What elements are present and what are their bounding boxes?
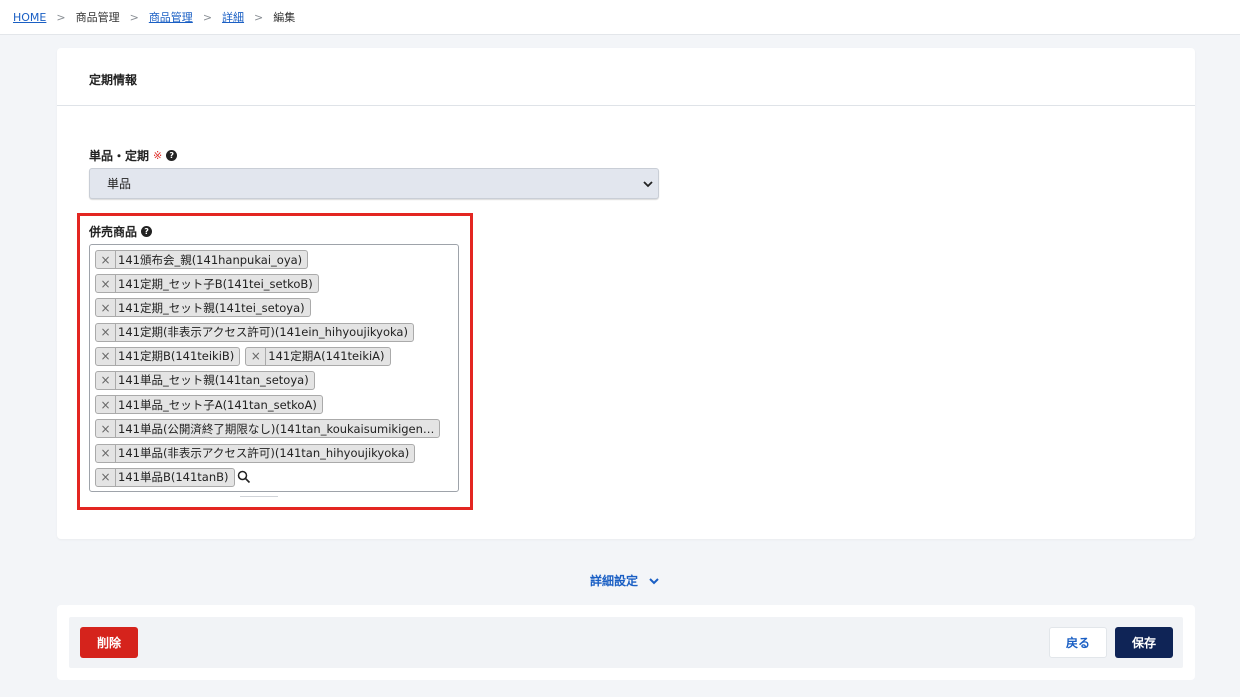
detail-settings-toggle[interactable]: 詳細設定 xyxy=(590,572,660,589)
question-circle-icon[interactable]: ? xyxy=(166,150,178,161)
selected-product-tag: × 141頒布会_親(141hanpukai_oya) xyxy=(95,250,309,269)
breadcrumb-separator: > xyxy=(56,10,66,24)
tag-row: × 141定期(非表示アクセス許可)(141ein_hihyoujikyoka) xyxy=(95,322,458,343)
resize-handle[interactable] xyxy=(240,496,278,497)
remove-tag-icon[interactable]: × xyxy=(246,347,267,365)
selected-product-tag: × 141定期(非表示アクセス許可)(141ein_hihyoujikyoka) xyxy=(95,322,414,342)
save-button[interactable]: 保存 xyxy=(1115,627,1173,658)
remove-tag-icon[interactable]: × xyxy=(96,371,116,389)
tag-row: × 141頒布会_親(141hanpukai_oya) xyxy=(95,249,458,270)
selected-product-tag: × 141単品(公開済終了期限なし)(141tan_koukaisumikigen… xyxy=(95,419,441,439)
search-icon[interactable] xyxy=(237,470,251,484)
subscription-info-card: 定期情報 単品・定期 ※ ? 単品 併売商品 ? × 141頒布会_親(141ha… xyxy=(57,48,1195,539)
detail-settings-label: 詳細設定 xyxy=(590,574,639,588)
tag-row: × 141単品_セット親(141tan_setoya) xyxy=(95,370,458,391)
related-label-text: 併売商品 xyxy=(89,225,138,239)
tag-row: × 141単品(公開済終了期限なし)(141tan_koukaisumikigen… xyxy=(95,418,458,439)
tag-row: × 141単品_セット子A(141tan_setkoA) xyxy=(95,394,458,415)
tag-row: × 141定期B(141teikiB) × 141定期A(141teikiA) xyxy=(95,346,458,367)
breadcrumb: HOME > 商品管理 > 商品管理 > 詳細 > 編集 xyxy=(0,0,1240,35)
section-title: 定期情報 xyxy=(57,48,1195,106)
action-bar: 削除 戻る 保存 xyxy=(69,617,1183,668)
type-field-label: 単品・定期 ※ ? xyxy=(89,147,178,164)
required-mark: ※ xyxy=(153,149,163,162)
remove-tag-icon[interactable]: × xyxy=(96,275,116,293)
breadcrumb-separator: > xyxy=(202,10,213,24)
selected-product-tag: × 141定期_セット親(141tei_setoya) xyxy=(95,298,311,318)
breadcrumb-link-product-management[interactable]: 商品管理 xyxy=(149,9,193,25)
remove-tag-icon[interactable]: × xyxy=(96,323,116,341)
type-label-text: 単品・定期 xyxy=(89,149,150,163)
breadcrumb-item-product-management: 商品管理 xyxy=(75,11,120,24)
tag-row: × 141定期_セット親(141tei_setoya) xyxy=(95,297,458,318)
remove-tag-icon[interactable]: × xyxy=(96,468,116,486)
remove-tag-icon[interactable]: × xyxy=(96,444,116,462)
back-button[interactable]: 戻る xyxy=(1049,627,1107,658)
tag-row: × 141単品B(141tanB) xyxy=(95,467,458,488)
selected-product-tag: × 141定期B(141teikiB) xyxy=(95,346,241,366)
breadcrumb-home[interactable]: HOME xyxy=(13,11,46,24)
question-circle-icon[interactable]: ? xyxy=(141,226,153,237)
action-footer: 削除 戻る 保存 xyxy=(57,605,1195,680)
remove-tag-icon[interactable]: × xyxy=(96,299,116,317)
selected-product-tag: × 141定期A(141teikiA) xyxy=(245,346,391,366)
selected-product-tag: × 141単品B(141tanB) xyxy=(95,467,235,487)
breadcrumb-item-edit: 編集 xyxy=(273,11,296,24)
related-products-label: 併売商品 ? xyxy=(89,223,153,240)
type-select-value: 単品 xyxy=(107,177,132,191)
remove-tag-icon[interactable]: × xyxy=(96,396,116,414)
tag-row: × 141単品(非表示アクセス許可)(141tan_hihyoujikyoka) xyxy=(95,443,458,464)
selected-product-tag: × 141単品_セット子A(141tan_setkoA) xyxy=(95,395,323,415)
breadcrumb-separator: > xyxy=(254,10,264,24)
type-select[interactable]: 単品 xyxy=(89,168,659,199)
delete-button[interactable]: 削除 xyxy=(80,627,138,658)
remove-tag-icon[interactable]: × xyxy=(96,420,116,438)
remove-tag-icon[interactable]: × xyxy=(96,347,116,365)
tag-row: × 141定期_セット子B(141tei_setkoB) xyxy=(95,273,458,294)
breadcrumb-link-detail[interactable]: 詳細 xyxy=(222,9,244,25)
selected-product-tag: × 141単品(非表示アクセス許可)(141tan_hihyoujikyoka) xyxy=(95,443,416,463)
chevron-down-icon xyxy=(643,181,653,188)
related-products-multiselect[interactable]: × 141頒布会_親(141hanpukai_oya) × 141定期_セット子B(… xyxy=(89,244,459,492)
breadcrumb-separator: > xyxy=(129,10,139,24)
selected-product-tag: × 141定期_セット子B(141tei_setkoB) xyxy=(95,274,319,294)
chevron-down-icon xyxy=(649,577,659,584)
selected-product-tag: × 141単品_セット親(141tan_setoya) xyxy=(95,370,315,390)
remove-tag-icon[interactable]: × xyxy=(96,251,116,268)
